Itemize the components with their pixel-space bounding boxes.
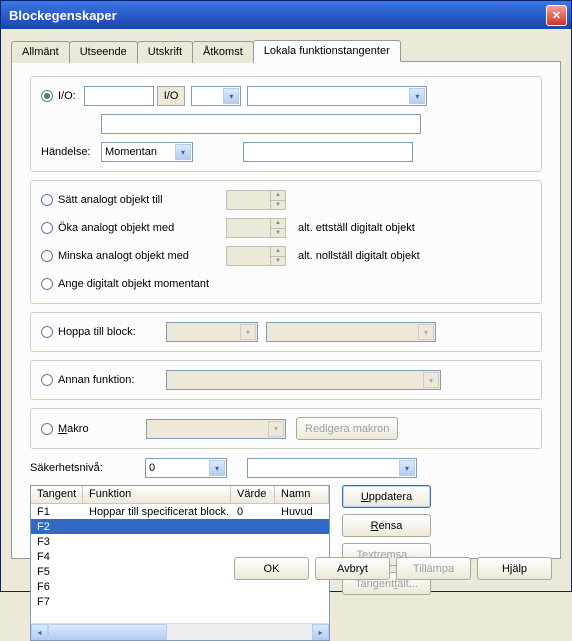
chevron-down-icon: ▾: [418, 324, 434, 340]
other-function-combo[interactable]: ▾: [166, 370, 441, 390]
macro-group: Makro ▾ Redigera makron: [30, 408, 542, 449]
tab-panel: I/O: I/O ▾ ▾ Händelse: Momentan ▾ Sätt an…: [11, 61, 561, 559]
spinner-down-icon: ▼: [270, 229, 285, 238]
col-varde[interactable]: Värde: [231, 486, 275, 503]
macro-label: Makro: [58, 423, 138, 435]
spinner-down-icon: ▼: [270, 257, 285, 266]
inc-analog-spinner[interactable]: ▲▼: [226, 218, 286, 238]
tab-utseende[interactable]: Utseende: [69, 41, 138, 63]
chevron-down-icon: ▾: [399, 460, 415, 476]
event-field[interactable]: [243, 142, 413, 162]
table-row[interactable]: F2: [31, 519, 329, 534]
apply-button[interactable]: Tillämpa: [396, 557, 471, 580]
jump-radio[interactable]: [41, 326, 53, 338]
macro-combo[interactable]: ▾: [146, 419, 286, 439]
dialog-window: Blockegenskaper ✕ Allmänt Utseende Utskr…: [0, 0, 572, 592]
edit-macro-button[interactable]: Redigera makron: [296, 417, 398, 440]
io-combo-2[interactable]: ▾: [247, 86, 427, 106]
io-field-long[interactable]: [101, 114, 421, 134]
io-radio[interactable]: [41, 90, 53, 102]
dec-analog-label: Minska analogt objekt med: [58, 250, 218, 262]
set-digital-momentary-radio[interactable]: [41, 278, 53, 290]
security-level-label: Säkerhetsnivå:: [30, 462, 145, 474]
event-value: Momentan: [105, 146, 157, 158]
chevron-down-icon: ▾: [423, 372, 439, 388]
set-analog-spinner[interactable]: ▲▼: [226, 190, 286, 210]
cancel-button[interactable]: Avbryt: [315, 557, 390, 580]
titlebar: Blockegenskaper ✕: [1, 1, 571, 29]
chevron-down-icon: ▾: [175, 144, 191, 160]
clear-button[interactable]: Rensa: [342, 514, 431, 537]
spinner-up-icon: ▲: [270, 247, 285, 257]
table-row[interactable]: F3: [31, 534, 329, 549]
tab-strip: Allmänt Utseende Utskrift Åtkomst Lokala…: [11, 39, 561, 61]
col-funktion[interactable]: Funktion: [83, 486, 231, 503]
io-field-1[interactable]: [84, 86, 154, 106]
close-icon: ✕: [552, 9, 561, 22]
other-function-group: Annan funktion: ▾: [30, 360, 542, 400]
dialog-footer: OK Avbryt Tillämpa Hjälp: [234, 557, 552, 580]
alt-reset-digital-label: alt. nollställ digitalt objekt: [298, 250, 420, 262]
tab-allmant[interactable]: Allmänt: [11, 41, 70, 63]
io-browse-button[interactable]: I/O: [157, 86, 186, 106]
chevron-down-icon: ▾: [223, 88, 239, 104]
dec-analog-radio[interactable]: [41, 250, 53, 262]
jump-label: Hoppa till block:: [58, 326, 158, 338]
help-button[interactable]: Hjälp: [477, 557, 552, 580]
other-function-radio[interactable]: [41, 374, 53, 386]
scrollbar-track: [48, 624, 312, 640]
spinner-down-icon: ▼: [270, 201, 285, 210]
close-button[interactable]: ✕: [546, 5, 567, 26]
col-tangent[interactable]: Tangent: [31, 486, 83, 503]
io-combo-1[interactable]: ▾: [191, 86, 241, 106]
chevron-down-icon: ▾: [409, 88, 425, 104]
jump-combo-1[interactable]: ▾: [166, 322, 258, 342]
scrollbar-thumb[interactable]: [48, 624, 167, 640]
alt-set-digital-label: alt. ettställ digitalt objekt: [298, 222, 415, 234]
set-digital-momentary-label: Ange digitalt objekt momentant: [58, 278, 209, 290]
ok-button[interactable]: OK: [234, 557, 309, 580]
macro-radio[interactable]: [41, 423, 53, 435]
event-combo[interactable]: Momentan ▾: [101, 142, 193, 162]
chevron-down-icon: ▾: [240, 324, 256, 340]
event-label: Händelse:: [41, 146, 101, 158]
tab-utskrift[interactable]: Utskrift: [137, 41, 193, 63]
window-title: Blockegenskaper: [9, 8, 546, 23]
tab-lokala-funktionstangenter[interactable]: Lokala funktionstangenter: [253, 40, 401, 62]
set-analog-radio[interactable]: [41, 194, 53, 206]
inc-analog-radio[interactable]: [41, 222, 53, 234]
table-row[interactable]: F7: [31, 594, 329, 609]
dec-analog-spinner[interactable]: ▲▼: [226, 246, 286, 266]
col-namn[interactable]: Namn: [275, 486, 329, 503]
scroll-left-icon: ◂: [31, 624, 48, 640]
table-header: Tangent Funktion Värde Namn: [31, 486, 329, 504]
inc-analog-label: Öka analogt objekt med: [58, 222, 218, 234]
chevron-down-icon: ▾: [209, 460, 225, 476]
spinner-up-icon: ▲: [270, 191, 285, 201]
security-combo-2[interactable]: ▾: [247, 458, 417, 478]
set-analog-label: Sätt analogt objekt till: [58, 194, 218, 206]
horizontal-scrollbar[interactable]: ◂ ▸: [31, 623, 329, 640]
scroll-right-icon: ▸: [312, 624, 329, 640]
security-level-combo[interactable]: 0▾: [145, 458, 227, 478]
other-function-label: Annan funktion:: [58, 374, 158, 386]
io-radio-label: I/O:: [58, 90, 76, 102]
tab-atkomst[interactable]: Åtkomst: [192, 41, 254, 63]
jump-combo-2[interactable]: ▾: [266, 322, 436, 342]
analog-group: Sätt analogt objekt till ▲▼ Öka analogt …: [30, 180, 542, 304]
chevron-down-icon: ▾: [268, 421, 284, 437]
io-group: I/O: I/O ▾ ▾ Händelse: Momentan ▾: [30, 76, 542, 172]
spinner-up-icon: ▲: [270, 219, 285, 229]
table-row[interactable]: F1Hoppar till specificerat block.0Huvud: [31, 504, 329, 519]
jump-group: Hoppa till block: ▾ ▾: [30, 312, 542, 352]
update-button[interactable]: Uppdatera: [342, 485, 431, 508]
